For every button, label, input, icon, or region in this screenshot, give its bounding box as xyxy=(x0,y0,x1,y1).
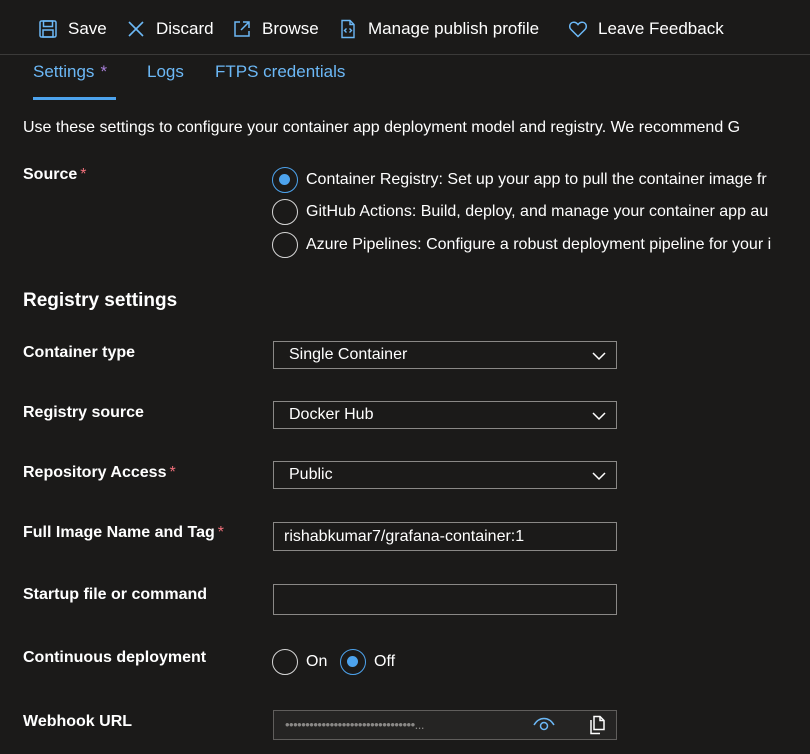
leave-feedback-button[interactable]: Leave Feedback xyxy=(568,15,724,43)
browse-label: Browse xyxy=(262,19,319,38)
registry-source-dropdown[interactable]: Docker Hub xyxy=(273,401,617,429)
webhook-url-masked-value: ••••••••••••••••••••••••••••••••... xyxy=(285,717,424,732)
continuous-on-label: On xyxy=(306,653,328,670)
chevron-down-icon xyxy=(592,472,606,481)
source-option-label: GitHub Actions: Build, deploy, and manag… xyxy=(306,203,769,220)
tab-logs[interactable]: Logs xyxy=(147,62,184,100)
code-file-icon xyxy=(341,19,355,39)
heart-icon xyxy=(568,21,588,38)
image-name-label: Full Image Name and Tag * xyxy=(23,524,224,541)
save-icon xyxy=(39,20,57,38)
source-option-azure-pipelines[interactable]: Azure Pipelines: Configure a robust depl… xyxy=(272,232,771,258)
save-label: Save xyxy=(68,19,107,38)
radio-unchecked[interactable] xyxy=(272,199,298,225)
container-type-value: Single Container xyxy=(289,346,408,363)
container-type-label: Container type xyxy=(23,344,136,361)
repository-access-dropdown[interactable]: Public xyxy=(273,461,617,489)
eye-icon[interactable] xyxy=(533,716,555,734)
required-marker: * xyxy=(80,166,87,183)
modified-indicator: * xyxy=(100,62,108,81)
browse-button[interactable]: Browse xyxy=(232,15,319,43)
webhook-url-field[interactable]: ••••••••••••••••••••••••••••••••... xyxy=(273,710,617,740)
manage-publish-profile-button[interactable]: Manage publish profile xyxy=(338,15,539,43)
tab-logs-label: Logs xyxy=(147,62,184,81)
source-label: Source * xyxy=(23,166,87,183)
open-external-icon xyxy=(234,21,250,37)
save-button[interactable]: Save xyxy=(38,15,107,43)
radio-unchecked[interactable] xyxy=(272,232,298,258)
registry-source-label: Registry source xyxy=(23,404,144,421)
required-marker: * xyxy=(217,524,224,541)
chevron-down-icon xyxy=(592,412,606,421)
startup-command-input[interactable] xyxy=(273,584,617,615)
close-icon xyxy=(128,21,144,37)
source-option-label: Azure Pipelines: Configure a robust depl… xyxy=(306,236,772,253)
discard-label: Discard xyxy=(156,19,214,38)
repository-access-label: Repository Access * xyxy=(23,464,176,481)
image-name-input[interactable]: rishabkumar7/grafana-container:1 xyxy=(273,522,617,551)
tab-ftps-credentials[interactable]: FTPS credentials xyxy=(215,62,345,100)
container-type-dropdown[interactable]: Single Container xyxy=(273,341,617,369)
tab-ftps-label: FTPS credentials xyxy=(215,62,346,81)
tab-settings-label: Settings xyxy=(33,62,95,81)
radio-checked[interactable] xyxy=(340,649,366,675)
startup-command-label: Startup file or command xyxy=(23,586,208,603)
feedback-label: Leave Feedback xyxy=(598,19,724,38)
registry-source-value: Docker Hub xyxy=(289,406,374,423)
image-name-value: rishabkumar7/grafana-container:1 xyxy=(284,527,525,545)
continuous-deployment-off[interactable]: Off xyxy=(340,649,395,675)
radio-unchecked[interactable] xyxy=(272,649,298,675)
source-option-container-registry[interactable]: Container Registry: Set up your app to p… xyxy=(272,167,767,193)
continuous-deployment-on[interactable]: On xyxy=(272,649,327,675)
radio-checked[interactable] xyxy=(272,167,298,193)
manage-label: Manage publish profile xyxy=(368,19,540,38)
tab-settings[interactable]: Settings * xyxy=(33,62,116,100)
continuous-deployment-label: Continuous deployment xyxy=(23,649,207,666)
continuous-off-label: Off xyxy=(374,653,396,670)
source-option-github-actions[interactable]: GitHub Actions: Build, deploy, and manag… xyxy=(272,199,768,225)
required-marker: * xyxy=(169,464,176,481)
chevron-down-icon xyxy=(592,352,606,361)
copy-icon[interactable] xyxy=(588,715,606,735)
command-bar: Save Discard Browse Manage publish profi… xyxy=(0,0,810,55)
registry-settings-heading: Registry settings xyxy=(23,290,178,311)
webhook-url-label: Webhook URL xyxy=(23,713,133,730)
source-option-label: Container Registry: Set up your app to p… xyxy=(306,171,767,188)
page-description: Use these settings to configure your con… xyxy=(23,119,741,136)
repository-access-value: Public xyxy=(289,466,333,483)
discard-button[interactable]: Discard xyxy=(126,15,214,43)
